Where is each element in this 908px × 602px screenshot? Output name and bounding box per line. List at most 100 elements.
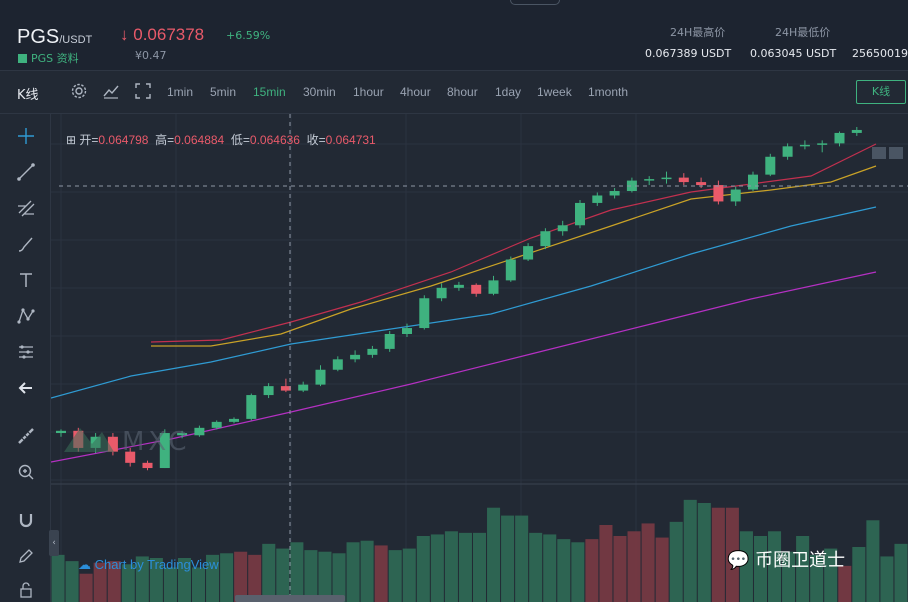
wechat-overlay: 💬 币圈卫道士 (727, 546, 845, 572)
volume-bar (711, 507, 725, 602)
candle-body (609, 191, 620, 196)
volume-bar (529, 532, 543, 602)
candlestick-chart[interactable] (51, 114, 908, 602)
candle-body (367, 348, 378, 355)
trend-line-icon[interactable] (16, 162, 36, 182)
cloud-icon: ☁ (78, 557, 91, 572)
interval-1min[interactable]: 1min (167, 85, 193, 99)
volume-bar (515, 515, 529, 602)
interval-15min[interactable]: 15min (253, 85, 286, 99)
volume-bar (402, 548, 416, 602)
measure-icon[interactable] (16, 342, 36, 362)
volume-bar (472, 532, 487, 602)
crosshair-icon[interactable] (16, 126, 36, 146)
brush-icon[interactable] (16, 234, 36, 254)
volume-bar (852, 547, 866, 602)
chart-toolbar: K线 1min 5min 15min 30min 1hour 4hour 8ho… (0, 71, 908, 114)
volume-bar (220, 553, 234, 602)
kline-title: K线 (17, 88, 39, 103)
candle-body (419, 298, 430, 329)
candle-body (298, 384, 309, 391)
high-value: 0.064884 (174, 133, 225, 147)
candle-body (523, 246, 534, 260)
candle-body (263, 386, 274, 396)
collapse-toolbar-tab[interactable]: ‹ (49, 530, 59, 556)
candle-body (851, 129, 862, 133)
volume-bar (571, 542, 585, 602)
pattern-icon[interactable] (16, 306, 36, 326)
open-label: 开= (79, 133, 99, 147)
pgs-info-link[interactable]: PGS 资料 (18, 50, 79, 66)
market-header: PGS/USDT PGS 资料 ↓ 0.067378 +6.59% ¥0.47 … (0, 0, 908, 71)
legend-toggle-icon[interactable]: ⊞ (66, 133, 76, 147)
interval-1month[interactable]: 1month (588, 85, 628, 99)
kline-button[interactable]: K线 (856, 80, 906, 104)
tradingview-credit-text: Chart by TradingView (94, 557, 219, 572)
candle-body (246, 395, 257, 419)
cny-price: ¥0.47 (135, 49, 167, 62)
interval-4hour[interactable]: 4hour (400, 85, 431, 99)
time-scrollbar[interactable] (235, 595, 345, 602)
candle-body (644, 179, 655, 181)
scale-button-left (872, 147, 886, 159)
ma-mid-line (51, 206, 877, 399)
interval-5min[interactable]: 5min (210, 85, 236, 99)
volume-bar (697, 503, 711, 602)
candle-body (575, 202, 585, 226)
candle-body (748, 174, 758, 190)
lock-icon[interactable] (16, 580, 36, 600)
candle-body (592, 195, 603, 203)
candle-body (782, 146, 793, 157)
volume-bar (51, 554, 65, 602)
volume-bar (613, 536, 627, 602)
mxc-watermark-text: MXC (122, 427, 191, 457)
volume-bar (894, 543, 908, 602)
volume-bar (627, 531, 641, 602)
mxc-watermark-logo: MXC (64, 427, 191, 457)
low-label: 低= (230, 133, 250, 147)
interval-1day[interactable]: 1day (495, 85, 521, 99)
candle-body (453, 284, 464, 288)
volume-bar (641, 523, 655, 602)
candle-body (142, 462, 153, 469)
tradingview-credit[interactable]: ☁ Chart by TradingView (78, 557, 219, 573)
stat-high-value: 0.067389 USDT (645, 47, 732, 60)
indicators-icon[interactable] (102, 82, 120, 100)
stat-high-label: 24H最高价 (670, 26, 726, 39)
volume-bar (543, 534, 557, 602)
settings-gear-icon[interactable] (70, 82, 88, 100)
candle-body (505, 259, 516, 281)
pair-quote: /USDT (59, 34, 93, 46)
interval-30min[interactable]: 30min (303, 85, 336, 99)
high-label: 高= (155, 133, 175, 147)
back-arrow-icon[interactable] (16, 378, 36, 398)
candle-body (765, 156, 776, 175)
fullscreen-icon[interactable] (134, 82, 152, 100)
candle-body (280, 386, 291, 391)
volume-bar (557, 539, 571, 602)
candle-body (799, 144, 810, 147)
volume-bar (430, 534, 444, 602)
interval-1hour[interactable]: 1hour (353, 85, 384, 99)
ruler-icon[interactable] (16, 426, 36, 446)
volume-bar (360, 540, 374, 602)
open-value: 0.064798 (98, 133, 149, 147)
pgs-info-label: PGS 资料 (31, 52, 79, 65)
zoom-icon[interactable] (16, 462, 36, 482)
interval-8hour[interactable]: 8hour (447, 85, 478, 99)
top-handle[interactable] (510, 0, 560, 5)
magnet-icon[interactable] (16, 510, 36, 530)
last-price-value: 0.067378 (133, 25, 205, 44)
candle-body (713, 185, 724, 202)
fib-icon[interactable] (16, 198, 36, 218)
stat-volume-value: 25650019 (852, 47, 908, 60)
text-icon[interactable] (16, 270, 36, 290)
pencil-lock-icon[interactable] (16, 546, 36, 566)
volume-bar (501, 515, 515, 602)
volume-bar (262, 543, 276, 602)
candle-body (350, 354, 361, 360)
last-price: ↓ 0.067378 (120, 25, 204, 45)
interval-1week[interactable]: 1week (537, 85, 572, 99)
volume-bar (65, 561, 79, 602)
volume-bar (880, 556, 894, 602)
